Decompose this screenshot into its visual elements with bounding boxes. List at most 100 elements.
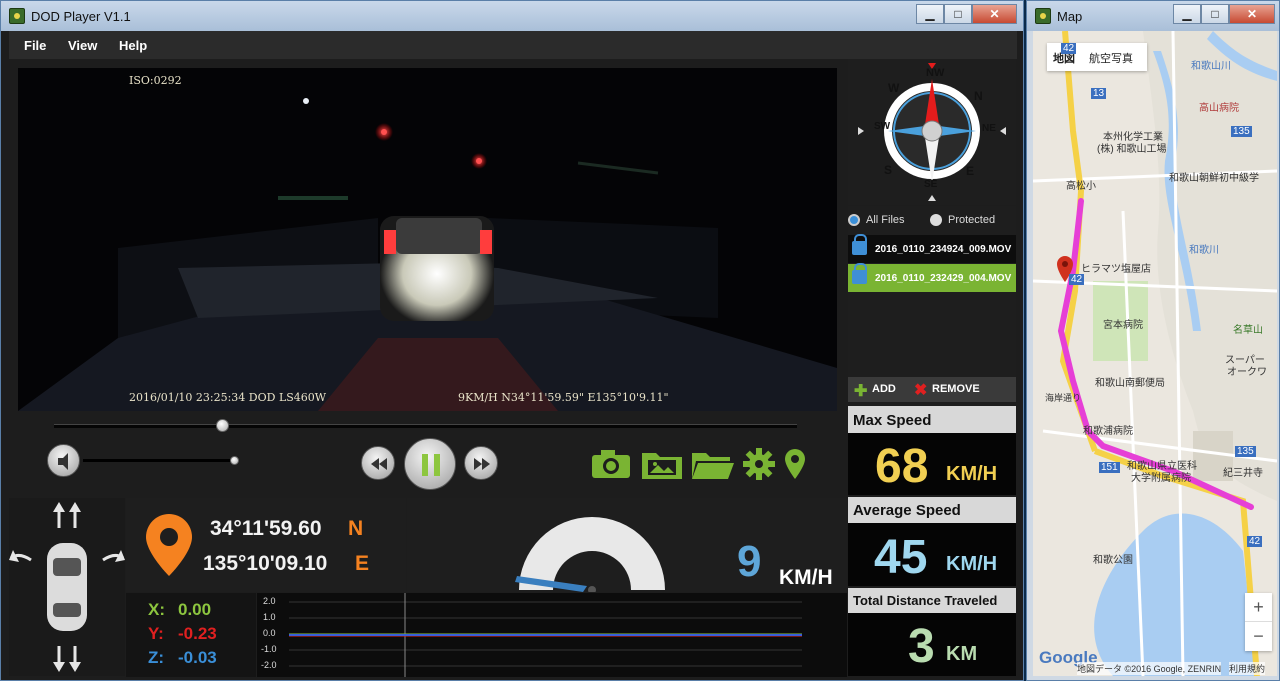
distance-value: 3 xyxy=(908,620,935,673)
seek-bar[interactable] xyxy=(54,424,797,428)
max-speed-box: 68 KM/H xyxy=(848,433,1016,495)
route-shield: 151 xyxy=(1099,462,1120,473)
remove-icon[interactable]: ✖ xyxy=(914,380,927,400)
player-titlebar[interactable]: DOD Player V1.1 ▁ □ ✕ xyxy=(1,1,1023,31)
volume-handle[interactable] xyxy=(230,456,239,465)
add-icon[interactable]: ✚ xyxy=(854,381,867,401)
remove-button[interactable]: REMOVE xyxy=(932,383,980,395)
longitude-direction: E xyxy=(355,552,370,575)
menubar: File View Help xyxy=(9,31,1017,59)
map-pin-icon[interactable] xyxy=(783,448,807,480)
avg-speed-title: Average Speed xyxy=(848,497,1016,523)
map-minimize-button[interactable]: ▁ xyxy=(1173,4,1201,24)
osd-telemetry: 9KM/H N34°11'59.59" E135°10'9.11" xyxy=(458,391,669,404)
filter-all-label[interactable]: All Files xyxy=(866,214,905,226)
minimize-button[interactable]: ▁ xyxy=(916,4,944,24)
speed-gauge-panel: 9 KM/H xyxy=(407,498,847,592)
camera-icon[interactable] xyxy=(591,448,631,480)
image-folder-icon[interactable] xyxy=(641,448,683,480)
avg-speed-unit: KM/H xyxy=(946,553,998,575)
menu-view[interactable]: View xyxy=(68,38,97,53)
compass-se: SE xyxy=(924,179,938,190)
filter-protected-label[interactable]: Protected xyxy=(948,214,995,226)
add-button[interactable]: ADD xyxy=(872,383,896,395)
volume-button[interactable] xyxy=(47,444,80,477)
file-name: 2016_0110_232429_004.MOV xyxy=(875,273,1012,284)
map-titlebar[interactable]: Map ▁ □ ✕ xyxy=(1027,1,1279,31)
compass-w: W xyxy=(888,81,900,95)
file-item-selected[interactable]: 2016_0110_232429_004.MOV xyxy=(848,263,1016,292)
file-filter: All Files Protected xyxy=(848,206,1016,234)
map-label: 和歌山南郵便局 xyxy=(1095,378,1165,389)
route-shield: 42 xyxy=(1247,536,1263,547)
video-frame[interactable]: ISO:0292 2016/01/10 23:25:34 DOD LS460W … xyxy=(18,68,837,411)
file-name: 2016_0110_234924_009.MOV xyxy=(875,244,1012,255)
map-label: 名草山 xyxy=(1233,325,1263,336)
volume-slider[interactable] xyxy=(83,459,233,462)
app-icon xyxy=(9,8,25,24)
route-shield: 42 xyxy=(1069,274,1085,285)
menu-file[interactable]: File xyxy=(24,38,46,53)
map-label: 和歌山川 xyxy=(1191,61,1231,72)
unlock-icon xyxy=(852,234,867,255)
compass-n: N xyxy=(974,89,983,103)
gsensor-x-label: X: xyxy=(148,600,165,619)
route-shield: 135 xyxy=(1231,126,1252,137)
pause-button[interactable] xyxy=(404,438,456,490)
max-speed-unit: KM/H xyxy=(946,463,998,485)
file-actions: ✚ ADD ✖ REMOVE xyxy=(848,377,1016,402)
file-item[interactable]: 2016_0110_234924_009.MOV xyxy=(848,234,1016,263)
longitude-value: 135°10'09.10 xyxy=(203,552,328,575)
map-maximize-button[interactable]: □ xyxy=(1201,4,1229,24)
compass-nw: NW xyxy=(926,67,945,79)
gsensor-graph: 2.0 1.0 0.0 -1.0 -2.0 xyxy=(257,593,847,677)
open-folder-icon[interactable] xyxy=(691,448,735,480)
route-shield: 42 xyxy=(1061,43,1077,54)
maximize-button[interactable]: □ xyxy=(944,4,972,24)
zoom-controls: + − xyxy=(1245,593,1272,651)
close-button[interactable]: ✕ xyxy=(972,4,1017,24)
speaker-icon xyxy=(58,453,68,470)
video-scene xyxy=(18,68,837,411)
player-title: DOD Player V1.1 xyxy=(31,9,131,24)
gsensor-readout: X: 0.00 Y: -0.23 Z: -0.03 xyxy=(126,593,256,677)
map-canvas[interactable]: 地図 航空写真 和歌山川 高山病院 本州化学工業 (株) 和歌山工場 高松小 和… xyxy=(1033,31,1277,676)
compass-e: E xyxy=(966,164,975,178)
map-window: Map ▁ □ ✕ 地図 航空写真 和歌山川 高山病院 本州化学工業 (株) 和… xyxy=(1026,0,1280,681)
distance-box: 3 KM xyxy=(848,613,1016,676)
max-speed-title: Max Speed xyxy=(848,406,1016,433)
filter-protected-radio[interactable] xyxy=(930,214,942,226)
map-app-icon xyxy=(1035,8,1051,24)
avg-speed-box: 45 KM/H xyxy=(848,523,1016,586)
compass-panel: NW N NE E SE S SW W xyxy=(848,59,1016,205)
map-label: 和歌川 xyxy=(1189,245,1219,256)
rewind-button[interactable] xyxy=(361,446,395,480)
filter-all-radio[interactable] xyxy=(848,214,860,226)
map-label: 和歌浦病院 xyxy=(1083,426,1133,437)
menu-help[interactable]: Help xyxy=(119,38,147,53)
distance-title: Total Distance Traveled xyxy=(848,588,1016,613)
car-direction-icon xyxy=(9,502,125,672)
compass-sw: SW xyxy=(874,121,891,132)
map-label: 大学附属病院 xyxy=(1131,473,1191,484)
gsensor-y-value: -0.23 xyxy=(178,624,217,643)
map-tab-satellite[interactable]: 航空写真 xyxy=(1089,50,1133,66)
seek-handle[interactable] xyxy=(216,419,229,432)
map-close-button[interactable]: ✕ xyxy=(1229,4,1275,24)
zoom-out-button[interactable]: − xyxy=(1245,622,1272,651)
forward-button[interactable] xyxy=(464,446,498,480)
map-attribution: 地図データ ©2016 Google, ZENRIN xyxy=(1077,662,1222,675)
latitude-value: 34°11'59.60 xyxy=(210,517,322,540)
map-label: 宮本病院 xyxy=(1103,320,1143,331)
map-terms-link[interactable]: 利用規約 xyxy=(1229,662,1266,675)
map-label: 和歌公園 xyxy=(1093,555,1133,566)
map-label: 高山病院 xyxy=(1199,103,1239,114)
fast-forward-icon xyxy=(474,458,490,470)
gsensor-plot xyxy=(289,593,802,677)
gps-panel: 34°11'59.60 N 135°10'09.10 E xyxy=(126,498,406,592)
vehicle-panel xyxy=(9,498,125,676)
zoom-in-button[interactable]: + xyxy=(1245,593,1272,622)
settings-gear-icon[interactable] xyxy=(743,448,775,480)
unlock-icon xyxy=(852,263,867,284)
osd-iso: ISO:0292 xyxy=(129,74,182,87)
